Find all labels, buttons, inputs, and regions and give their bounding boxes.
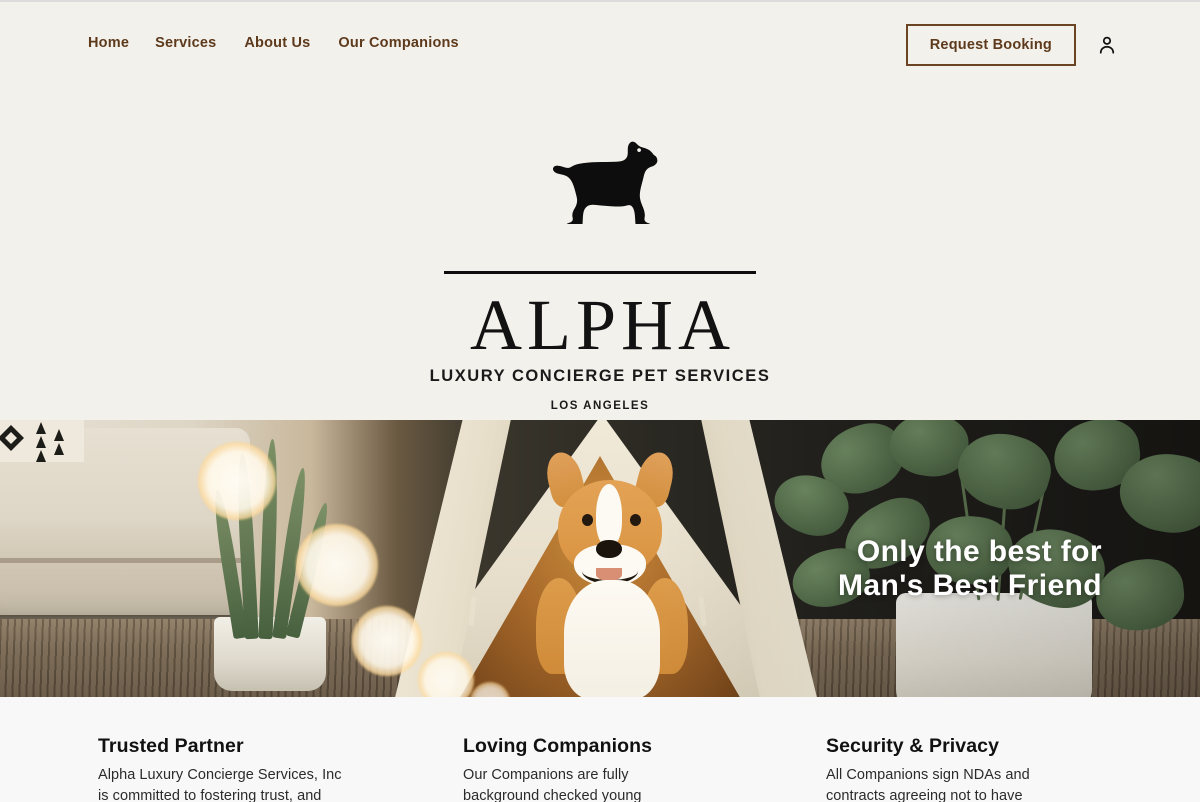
request-booking-button[interactable]: Request Booking [905, 24, 1076, 66]
feature-card-trusted-partner: Trusted Partner Alpha Luxury Concierge S… [98, 735, 461, 802]
hero-section: Only the best for Man's Best Friend [0, 420, 1200, 697]
dog-silhouette-icon [541, 140, 659, 230]
logo-wordmark: ALPHA [469, 285, 735, 365]
logo-divider [444, 271, 756, 274]
nav-link-our-companions[interactable]: Our Companions [338, 35, 458, 51]
header-band: Home Services About Us Our Companions Re… [0, 2, 1200, 420]
feature-title: Loving Companions [463, 735, 653, 757]
nav-link-services[interactable]: Services [155, 35, 216, 51]
nav-link-home[interactable]: Home [88, 35, 129, 51]
logo-city: LOS ANGELES [550, 400, 650, 413]
feature-card-security-privacy: Security & Privacy All Companions sign N… [826, 735, 1189, 802]
nav-link-about-us[interactable]: About Us [244, 35, 310, 51]
person-icon[interactable] [1096, 34, 1118, 56]
navigation-bar: Home Services About Us Our Companions Re… [0, 2, 1200, 90]
feature-title: Trusted Partner [98, 735, 244, 757]
feature-card-loving-companions: Loving Companions Our Companions are ful… [463, 735, 826, 802]
feature-title: Security & Privacy [826, 735, 1000, 757]
logo-tagline: LUXURY CONCIERGE PET SERVICES [429, 367, 771, 386]
nav-actions: Request Booking [905, 24, 1118, 66]
primary-nav: Home Services About Us Our Companions [88, 35, 459, 51]
feature-body: Our Companions are fully background chec… [463, 767, 642, 802]
features-grid: Trusted Partner Alpha Luxury Concierge S… [98, 735, 1189, 802]
page-root: Home Services About Us Our Companions Re… [0, 0, 1200, 802]
feature-body: Alpha Luxury Concierge Services, Inc is … [98, 767, 342, 802]
features-section: Trusted Partner Alpha Luxury Concierge S… [0, 697, 1200, 802]
feature-body: All Companions sign NDAs and contracts a… [826, 767, 1030, 802]
hero-headline: Only the best for Man's Best Friend [838, 535, 1102, 602]
brand-logo[interactable]: ALPHA LUXURY CONCIERGE PET SERVICES LOS … [0, 140, 1200, 412]
